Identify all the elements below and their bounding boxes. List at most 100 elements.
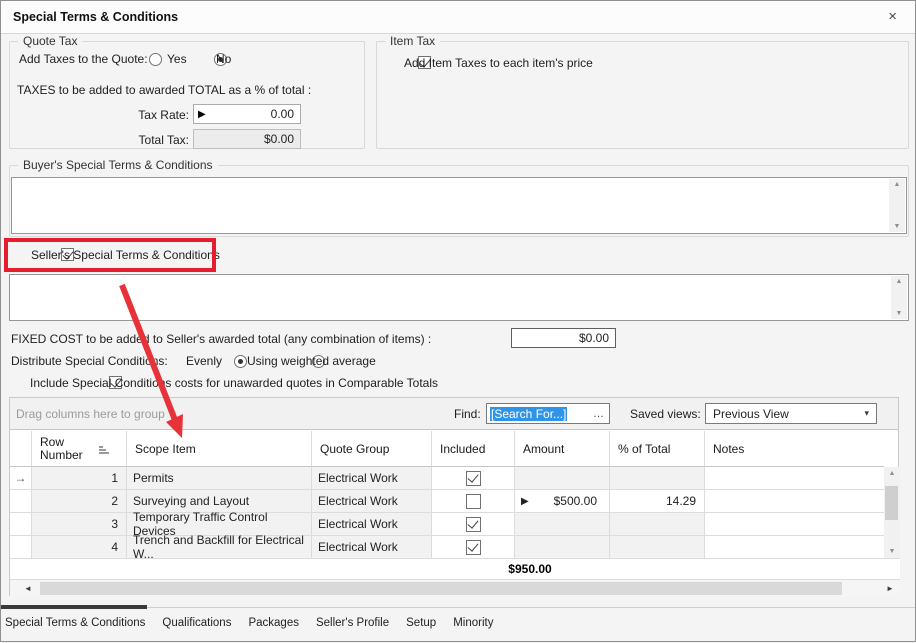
scroll-up-icon[interactable]: ▲: [889, 181, 905, 188]
cell-pct-total[interactable]: [610, 513, 705, 536]
tab-qualifications[interactable]: Qualifications: [162, 617, 231, 629]
grid-vertical-scrollbar[interactable]: ▲ ▼: [884, 467, 900, 559]
header-row-number-label: Row Number: [40, 436, 88, 462]
bottom-tab-bar: Special Terms & Conditions Qualification…: [5, 617, 493, 629]
included-checkbox[interactable]: [466, 494, 481, 509]
distribute-weighted-label[interactable]: Using weighted average: [247, 354, 376, 368]
seller-terms-textarea[interactable]: ▲ ▼: [9, 274, 909, 321]
header-notes[interactable]: Notes: [705, 431, 884, 467]
ellipsis-icon[interactable]: …: [593, 408, 609, 420]
cell-quote-group[interactable]: Electrical Work: [312, 467, 432, 490]
cell-included[interactable]: [432, 513, 515, 536]
chevron-down-icon: ▾: [864, 408, 876, 419]
cell-scope-item[interactable]: Permits: [127, 467, 312, 490]
cell-amount[interactable]: ▶ $500.00: [515, 490, 610, 513]
sort-ascending-icon: [99, 446, 110, 454]
cell-quote-group[interactable]: Electrical Work: [312, 513, 432, 536]
distribute-label: Distribute Special Conditions:: [11, 354, 168, 368]
cell-included[interactable]: [432, 536, 515, 559]
quote-tax-yes-label[interactable]: Yes: [167, 52, 187, 66]
fixed-cost-field[interactable]: $0.00: [511, 328, 616, 348]
header-scope-item[interactable]: Scope Item: [127, 431, 312, 467]
fixed-cost-label: FIXED COST to be added to Seller's award…: [11, 332, 431, 346]
find-input[interactable]: [Search For...] …: [486, 403, 610, 424]
cell-notes[interactable]: [705, 490, 884, 513]
find-input-value: [Search For...]: [490, 407, 567, 421]
distribute-evenly-radio[interactable]: [234, 355, 247, 368]
scroll-up-icon[interactable]: ▲: [884, 470, 900, 477]
tab-minority[interactable]: Minority: [453, 617, 493, 629]
scroll-down-icon[interactable]: ▼: [884, 548, 900, 555]
header-row-number[interactable]: Row Number: [32, 431, 127, 467]
cell-amount[interactable]: [515, 513, 610, 536]
cell-pct-total[interactable]: 14.29: [610, 490, 705, 513]
cell-notes[interactable]: [705, 467, 884, 490]
quote-tax-no-label[interactable]: No: [216, 52, 231, 66]
scroll-up-icon[interactable]: ▲: [891, 278, 907, 285]
dialog-title: Special Terms & Conditions: [13, 10, 178, 24]
cell-row-number[interactable]: 3: [32, 513, 127, 536]
buyer-terms-scrollbar[interactable]: ▲ ▼: [889, 179, 905, 232]
scroll-left-icon[interactable]: ◄: [20, 581, 36, 596]
item-tax-group-label: Item Tax: [385, 34, 440, 48]
cell-notes[interactable]: [705, 513, 884, 536]
cell-amount[interactable]: [515, 467, 610, 490]
quote-tax-yes-radio[interactable]: [149, 53, 162, 66]
item-tax-checkbox-label[interactable]: Add Item Taxes to each item's price: [404, 56, 593, 70]
table-row[interactable]: → 1 Permits Electrical Work: [10, 467, 884, 490]
row-indicator-cell: [10, 513, 32, 536]
cell-row-number[interactable]: 2: [32, 490, 127, 513]
tab-packages[interactable]: Packages: [248, 617, 299, 629]
header-pct-total[interactable]: % of Total: [610, 431, 705, 467]
tab-special-terms[interactable]: Special Terms & Conditions: [5, 617, 145, 629]
horizontal-scroll-thumb[interactable]: [40, 582, 842, 595]
group-hint: Drag columns here to group: [16, 407, 165, 421]
grid-group-panel[interactable]: Drag columns here to group Find: [Search…: [10, 398, 898, 430]
edit-marker-icon: ▶: [194, 109, 206, 120]
include-costs-label[interactable]: Include Special Conditions costs for una…: [30, 376, 438, 390]
row-indicator-cell: [10, 536, 32, 559]
header-amount[interactable]: Amount: [515, 431, 610, 467]
included-checkbox[interactable]: [466, 540, 481, 555]
included-checkbox[interactable]: [466, 471, 481, 486]
seller-terms-scrollbar[interactable]: ▲ ▼: [891, 276, 907, 319]
vertical-scroll-thumb[interactable]: [885, 486, 898, 520]
fixed-cost-value: $0.00: [579, 331, 615, 345]
cell-scope-item[interactable]: Trench and Backfill for Electrical W...: [127, 536, 312, 559]
distribute-evenly-label[interactable]: Evenly: [186, 354, 222, 368]
cell-pct-total[interactable]: [610, 467, 705, 490]
cell-row-number[interactable]: 4: [32, 536, 127, 559]
scroll-down-icon[interactable]: ▼: [889, 223, 905, 230]
grid-horizontal-scrollbar[interactable]: ◄ ►: [10, 579, 900, 596]
taxes-note-label: TAXES to be added to awarded TOTAL as a …: [17, 83, 311, 97]
table-row[interactable]: 4 Trench and Backfill for Electrical W..…: [10, 536, 884, 559]
amount-value: $500.00: [554, 494, 609, 508]
saved-views-label: Saved views:: [630, 407, 701, 421]
header-included[interactable]: Included: [432, 431, 515, 467]
close-icon[interactable]: ×: [888, 8, 897, 25]
scroll-right-icon[interactable]: ►: [882, 581, 898, 596]
scroll-down-icon[interactable]: ▼: [891, 310, 907, 317]
header-quote-group[interactable]: Quote Group: [312, 431, 432, 467]
grid-total-value: $950.00: [450, 562, 610, 576]
find-label: Find:: [454, 407, 481, 421]
tax-rate-label: Tax Rate:: [101, 108, 189, 122]
tax-rate-field[interactable]: ▶ 0.00: [193, 104, 301, 124]
add-taxes-label: Add Taxes to the Quote:: [19, 52, 148, 66]
cell-amount[interactable]: [515, 536, 610, 559]
tab-sellers-profile[interactable]: Seller's Profile: [316, 617, 389, 629]
cell-quote-group[interactable]: Electrical Work: [312, 536, 432, 559]
cell-row-number[interactable]: 1: [32, 467, 127, 490]
grid-header-row: Row Number Scope Item Quote Group Includ…: [10, 431, 884, 467]
cell-quote-group[interactable]: Electrical Work: [312, 490, 432, 513]
cell-notes[interactable]: [705, 536, 884, 559]
cell-included[interactable]: [432, 490, 515, 513]
dialog-titlebar: Special Terms & Conditions ×: [1, 1, 915, 34]
saved-views-dropdown[interactable]: Previous View ▾: [705, 403, 877, 424]
header-indicator-cell: [10, 431, 32, 467]
tab-setup[interactable]: Setup: [406, 617, 436, 629]
cell-included[interactable]: [432, 467, 515, 490]
buyer-terms-textarea[interactable]: ▲ ▼: [11, 177, 907, 234]
included-checkbox[interactable]: [466, 517, 481, 532]
cell-pct-total[interactable]: [610, 536, 705, 559]
